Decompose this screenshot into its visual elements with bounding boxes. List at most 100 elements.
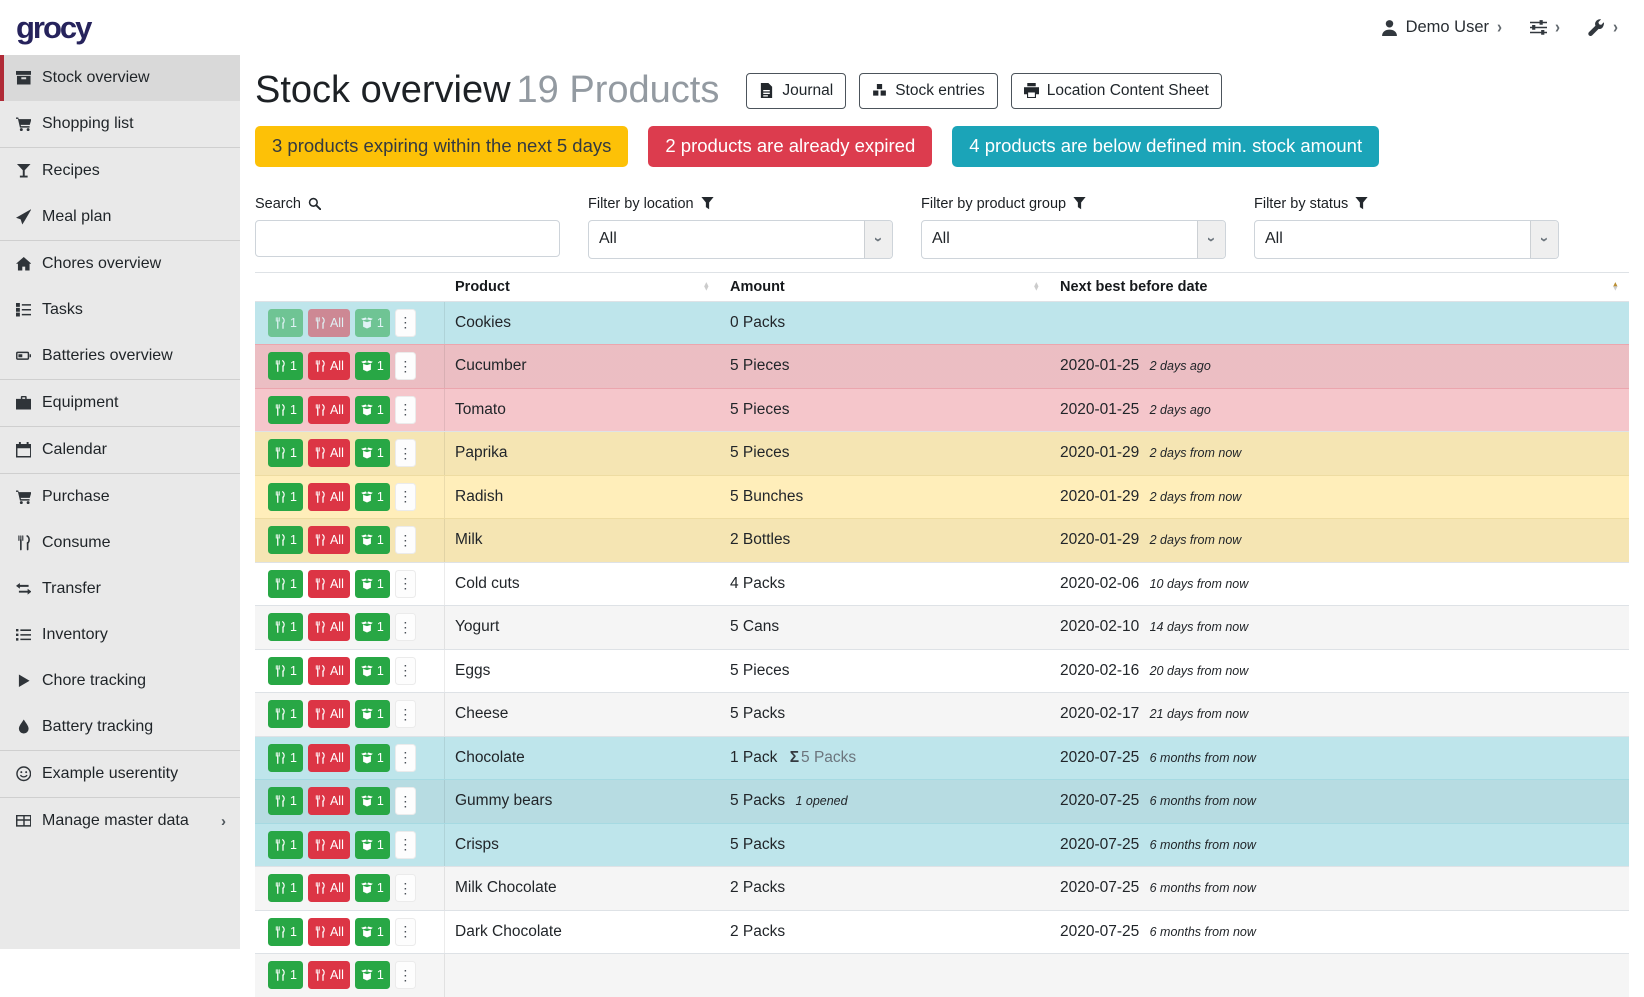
consume-one-button[interactable]: 1 (268, 744, 303, 772)
open-one-button[interactable]: 1 (355, 570, 390, 598)
product-column-header[interactable]: Product ▲▼ (445, 273, 720, 301)
consume-all-button[interactable]: All (308, 874, 350, 902)
consume-all-button[interactable]: All (308, 744, 350, 772)
row-menu-button[interactable]: ⋮ (395, 309, 416, 337)
row-menu-button[interactable]: ⋮ (395, 396, 416, 424)
product-group-select[interactable]: All › (921, 220, 1226, 259)
best-before-column-header[interactable]: Next best before date ▲▼ (1050, 273, 1629, 301)
consume-one-button[interactable]: 1 (268, 396, 303, 424)
below-min-stock-alert[interactable]: 4 products are below defined min. stock … (952, 126, 1379, 167)
location-content-sheet-button[interactable]: Location Content Sheet (1011, 73, 1222, 109)
row-menu-button[interactable]: ⋮ (395, 700, 416, 728)
row-menu-button[interactable]: ⋮ (395, 744, 416, 772)
row-menu-button[interactable]: ⋮ (395, 570, 416, 598)
settings-menu[interactable]: › (1530, 19, 1560, 36)
record-count: 19 Products (517, 69, 720, 111)
status-select[interactable]: All › (1254, 220, 1559, 259)
expiring-products-alert[interactable]: 3 products expiring within the next 5 da… (255, 126, 628, 167)
sidebar-item[interactable]: Shopping list › (0, 101, 240, 147)
journal-button[interactable]: Journal (746, 73, 846, 109)
sidebar-item[interactable]: Inventory › (0, 612, 240, 658)
consume-all-button[interactable]: All (308, 483, 350, 511)
sidebar-item[interactable]: Tasks › (0, 287, 240, 333)
row-menu-button[interactable]: ⋮ (395, 787, 416, 815)
open-one-button[interactable]: 1 (355, 613, 390, 641)
consume-one-button[interactable]: 1 (268, 961, 303, 989)
open-one-button[interactable]: 1 (355, 483, 390, 511)
open-one-button[interactable]: 1 (355, 439, 390, 467)
open-one-button[interactable]: 1 (355, 787, 390, 815)
row-menu-button[interactable]: ⋮ (395, 831, 416, 859)
consume-all-button[interactable]: All (308, 787, 350, 815)
consume-all-button[interactable]: All (308, 961, 350, 989)
consume-all-button[interactable]: All (308, 352, 350, 380)
sidebar-item[interactable]: Chores overview › (0, 241, 240, 287)
consume-one-button[interactable]: 1 (268, 352, 303, 380)
row-menu-button[interactable]: ⋮ (395, 874, 416, 902)
open-one-button[interactable]: 1 (355, 526, 390, 554)
location-select[interactable]: All › (588, 220, 893, 259)
sidebar-item[interactable]: Batteries overview › (0, 333, 240, 379)
row-menu-button[interactable]: ⋮ (395, 657, 416, 685)
consume-all-button[interactable]: All (308, 570, 350, 598)
consume-all-button[interactable]: All (308, 396, 350, 424)
consume-one-button[interactable]: 1 (268, 309, 303, 337)
consume-one-button[interactable]: 1 (268, 526, 303, 554)
row-menu-button[interactable]: ⋮ (395, 483, 416, 511)
consume-one-button[interactable]: 1 (268, 570, 303, 598)
sidebar-item[interactable]: Purchase › (0, 474, 240, 520)
consume-one-button[interactable]: 1 (268, 918, 303, 946)
row-menu-button[interactable]: ⋮ (395, 613, 416, 641)
row-menu-button[interactable]: ⋮ (395, 352, 416, 380)
sidebar-item[interactable]: Calendar › (0, 427, 240, 473)
consume-one-button[interactable]: 1 (268, 874, 303, 902)
sidebar-item[interactable]: Recipes › (0, 148, 240, 194)
row-menu-button[interactable]: ⋮ (395, 526, 416, 554)
expired-products-alert[interactable]: 2 products are already expired (648, 126, 932, 167)
sidebar-item[interactable]: Transfer › (0, 566, 240, 612)
sidebar-item[interactable]: Battery tracking › (0, 704, 240, 750)
sidebar-item[interactable]: Manage master data › (0, 798, 240, 844)
consume-all-button[interactable]: All (308, 613, 350, 641)
consume-all-button[interactable]: All (308, 439, 350, 467)
open-one-button[interactable]: 1 (355, 657, 390, 685)
sidebar-item[interactable]: Equipment › (0, 380, 240, 426)
sidebar-item[interactable]: Chore tracking › (0, 658, 240, 704)
consume-one-button[interactable]: 1 (268, 483, 303, 511)
search-input[interactable] (255, 220, 560, 257)
stock-entries-button[interactable]: Stock entries (859, 73, 998, 109)
consume-all-button[interactable]: All (308, 309, 350, 337)
open-one-button[interactable]: 1 (355, 961, 390, 989)
user-menu[interactable]: Demo User › (1381, 18, 1502, 37)
open-one-button[interactable]: 1 (355, 396, 390, 424)
row-actions: 1 All 1 ⋮ (255, 432, 445, 475)
consume-one-button[interactable]: 1 (268, 613, 303, 641)
open-one-button[interactable]: 1 (355, 309, 390, 337)
consume-one-button[interactable]: 1 (268, 787, 303, 815)
sidebar-item[interactable]: Consume › (0, 520, 240, 566)
consume-one-button[interactable]: 1 (268, 700, 303, 728)
consume-one-button[interactable]: 1 (268, 831, 303, 859)
consume-one-button[interactable]: 1 (268, 657, 303, 685)
consume-all-button[interactable]: All (308, 526, 350, 554)
open-one-button[interactable]: 1 (355, 700, 390, 728)
row-menu-button[interactable]: ⋮ (395, 439, 416, 467)
open-one-button[interactable]: 1 (355, 918, 390, 946)
consume-all-button[interactable]: All (308, 700, 350, 728)
consume-all-button[interactable]: All (308, 657, 350, 685)
consume-all-button[interactable]: All (308, 918, 350, 946)
row-menu-button[interactable]: ⋮ (395, 918, 416, 946)
row-menu-button[interactable]: ⋮ (395, 961, 416, 989)
app-logo[interactable]: grocy (16, 10, 90, 46)
sidebar-item[interactable]: Stock overview › (0, 55, 240, 101)
sidebar-item[interactable]: Example userentity › (0, 751, 240, 797)
open-one-button[interactable]: 1 (355, 874, 390, 902)
sidebar-item[interactable]: Meal plan › (0, 194, 240, 240)
consume-all-button[interactable]: All (308, 831, 350, 859)
admin-menu[interactable]: › (1588, 19, 1618, 36)
open-one-button[interactable]: 1 (355, 744, 390, 772)
consume-one-button[interactable]: 1 (268, 439, 303, 467)
amount-column-header[interactable]: Amount ▲▼ (720, 273, 1050, 301)
open-one-button[interactable]: 1 (355, 831, 390, 859)
open-one-button[interactable]: 1 (355, 352, 390, 380)
